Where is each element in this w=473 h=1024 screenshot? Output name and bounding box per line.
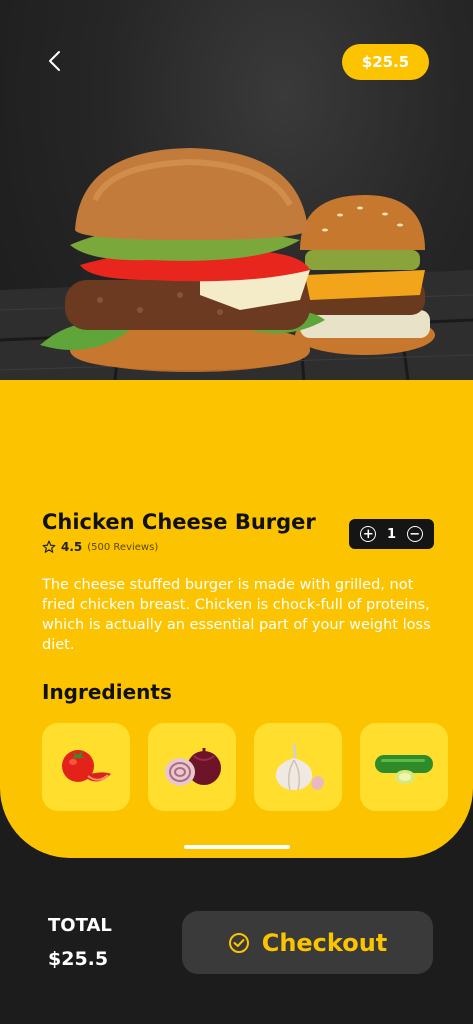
zucchini-icon — [375, 755, 433, 784]
check-circle-icon — [228, 932, 249, 953]
ingredients-heading: Ingredients — [42, 680, 172, 704]
garlic-icon — [275, 743, 324, 791]
total-value: $25.5 — [48, 948, 109, 970]
review-count: (500 Reviews) — [87, 541, 159, 553]
product-title: Chicken Cheese Burger — [42, 510, 316, 534]
ingredient-onion[interactable] — [148, 723, 236, 811]
price-badge: $25.5 — [342, 44, 429, 80]
chevron-left-icon — [49, 51, 60, 71]
ingredient-garlic[interactable] — [254, 723, 342, 811]
checkout-label: Checkout — [261, 928, 388, 957]
card-top-curve — [0, 380, 473, 470]
rating-row: 4.5 (500 Reviews) — [42, 540, 158, 554]
rating-value: 4.5 — [61, 540, 83, 554]
back-button[interactable] — [38, 44, 72, 78]
quantity-value: 1 — [386, 526, 396, 542]
ingredient-tomato[interactable] — [42, 723, 130, 811]
ingredient-zucchini[interactable] — [360, 723, 448, 811]
checkout-button[interactable]: Checkout — [182, 911, 433, 974]
product-description: The cheese stuffed burger is made with g… — [42, 577, 431, 653]
tomato-icon — [62, 750, 111, 782]
star-icon — [42, 540, 56, 553]
home-indicator — [184, 845, 290, 849]
onion-icon — [165, 748, 221, 786]
plus-button[interactable]: + — [360, 526, 377, 542]
total-label: TOTAL — [48, 915, 112, 936]
quantity-stepper: + 1 − — [349, 519, 434, 549]
minus-button[interactable]: − — [406, 526, 423, 542]
